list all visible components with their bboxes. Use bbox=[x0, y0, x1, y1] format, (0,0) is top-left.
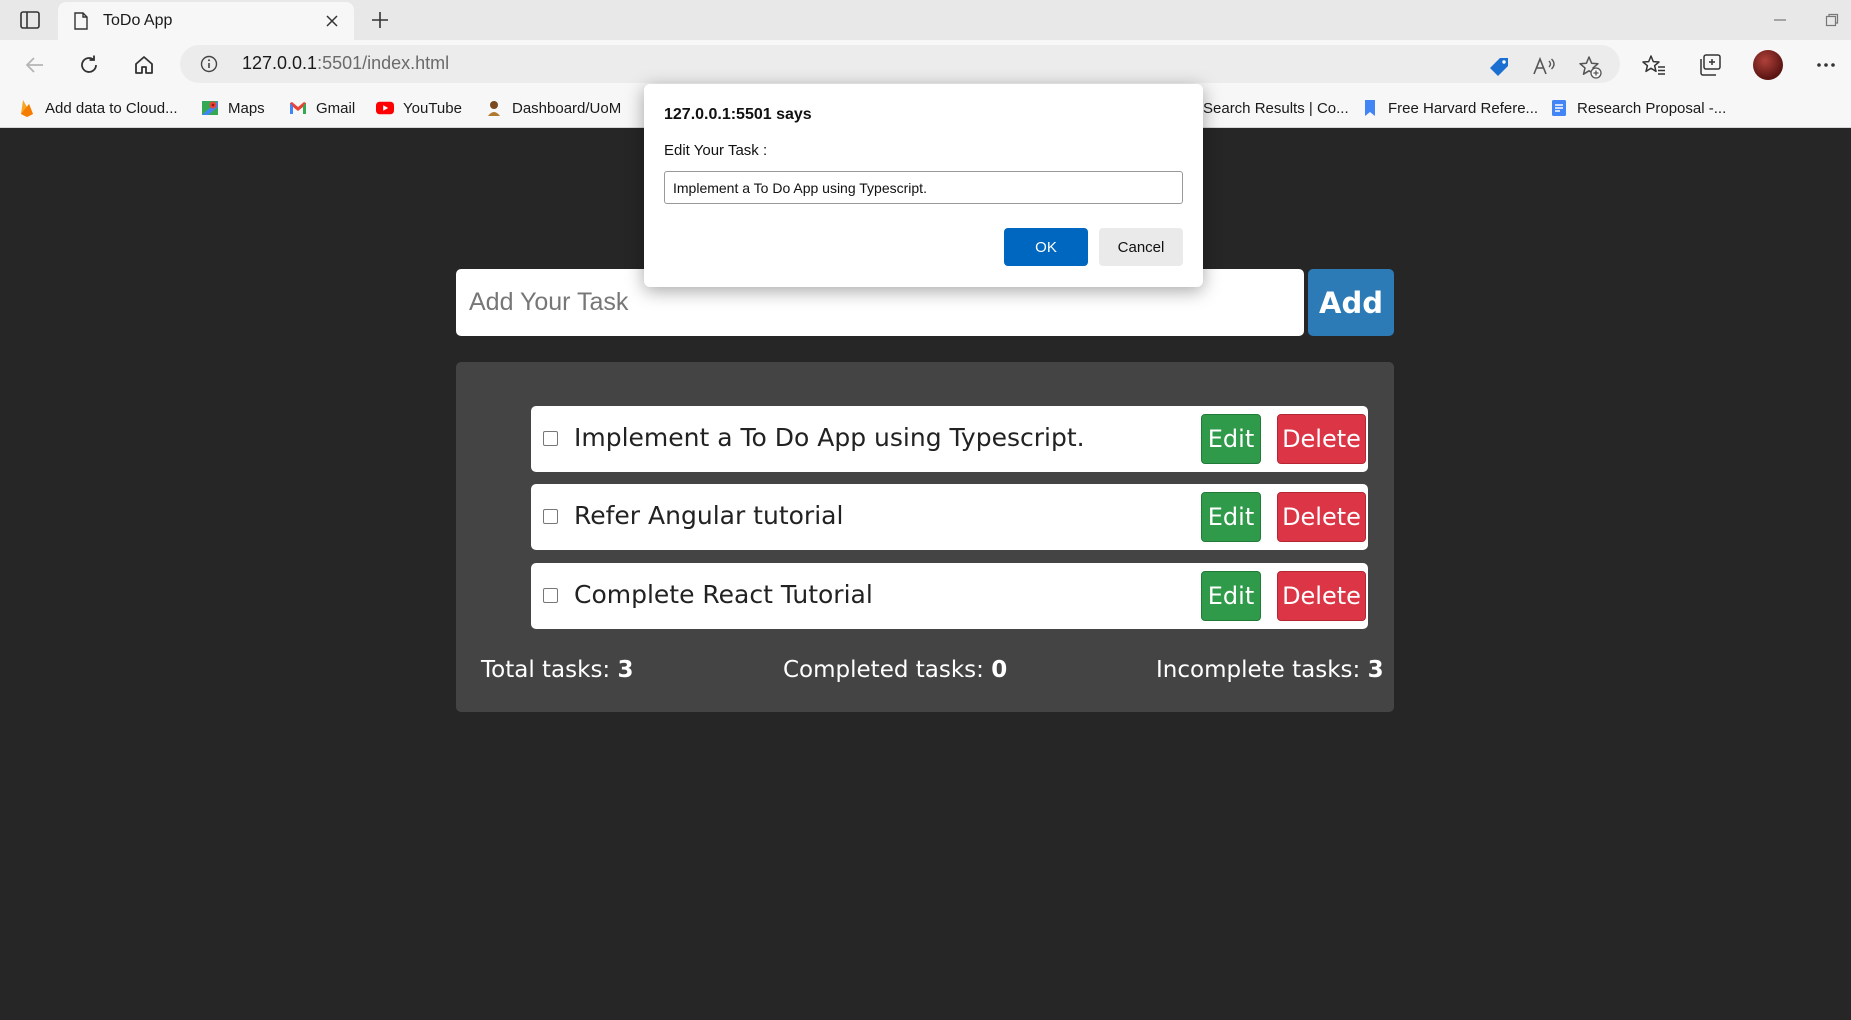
dialog-title: 127.0.0.1:5501 says bbox=[664, 106, 812, 123]
bookmark-icon bbox=[1361, 99, 1379, 117]
bookmark-item[interactable]: Research Proposal -... bbox=[1550, 96, 1726, 120]
read-aloud-button[interactable] bbox=[1532, 55, 1556, 79]
collections-button[interactable] bbox=[1697, 52, 1723, 78]
delete-task-button[interactable]: Delete bbox=[1277, 414, 1366, 464]
url-text: 127.0.0.1:5501/index.html bbox=[242, 53, 450, 73]
task-item: Implement a To Do App using Typescript. … bbox=[531, 406, 1368, 472]
plus-icon bbox=[372, 12, 388, 28]
close-tab-button[interactable] bbox=[322, 11, 342, 31]
bookmark-item[interactable]: Maps bbox=[201, 96, 265, 120]
task-checkbox[interactable] bbox=[543, 588, 558, 603]
completed-tasks-count: 0 bbox=[991, 657, 1008, 683]
profile-avatar[interactable] bbox=[1753, 50, 1783, 80]
bookmark-item[interactable]: Dashboard/UoM bbox=[485, 96, 621, 120]
favorites-button[interactable] bbox=[1641, 52, 1667, 78]
task-text: Refer Angular tutorial bbox=[574, 501, 844, 530]
favorites-icon bbox=[1642, 55, 1665, 75]
task-item: Complete React Tutorial Edit Delete bbox=[531, 563, 1368, 629]
refresh-button[interactable] bbox=[72, 48, 106, 82]
star-add-icon bbox=[1579, 56, 1602, 79]
youtube-icon bbox=[376, 99, 394, 117]
minimize-button[interactable] bbox=[1768, 8, 1792, 32]
more-menu-button[interactable] bbox=[1813, 52, 1839, 78]
total-tasks-stat: Total tasks: 3 bbox=[481, 657, 634, 683]
tab-title: ToDo App bbox=[103, 12, 173, 29]
task-list-panel: Implement a To Do App using Typescript. … bbox=[456, 362, 1394, 712]
add-task-button[interactable]: Add bbox=[1308, 269, 1394, 336]
task-item: Refer Angular tutorial Edit Delete bbox=[531, 484, 1368, 550]
edit-task-button[interactable]: Edit bbox=[1201, 414, 1261, 464]
task-text: Implement a To Do App using Typescript. bbox=[574, 423, 1085, 452]
task-text: Complete React Tutorial bbox=[574, 580, 873, 609]
home-button[interactable] bbox=[127, 48, 161, 82]
bookmark-item[interactable]: Add data to Cloud... bbox=[18, 96, 178, 120]
close-icon bbox=[326, 15, 338, 27]
ok-button[interactable]: OK bbox=[1004, 228, 1088, 266]
restore-button[interactable] bbox=[1820, 8, 1844, 32]
tab-actions-button[interactable] bbox=[14, 6, 46, 34]
bookmark-item[interactable]: YouTube bbox=[376, 96, 462, 120]
info-icon[interactable] bbox=[200, 55, 218, 73]
docs-icon bbox=[1550, 99, 1568, 117]
collections-icon bbox=[1700, 54, 1721, 76]
delete-task-button[interactable]: Delete bbox=[1277, 571, 1366, 621]
tag-icon bbox=[1490, 58, 1508, 76]
page-icon bbox=[74, 12, 88, 30]
edit-task-button[interactable]: Edit bbox=[1201, 492, 1261, 542]
maps-icon bbox=[201, 99, 219, 117]
browser-toolbar: 127.0.0.1:5501/index.html bbox=[0, 40, 1851, 88]
bookmark-item[interactable]: Gmail bbox=[289, 96, 355, 120]
shopping-tag-button[interactable] bbox=[1487, 55, 1511, 79]
firebase-icon bbox=[18, 99, 36, 117]
cancel-button[interactable]: Cancel bbox=[1099, 228, 1183, 266]
more-horizontal-icon bbox=[1817, 63, 1835, 67]
add-favorite-button[interactable] bbox=[1578, 55, 1602, 79]
task-checkbox[interactable] bbox=[543, 509, 558, 524]
incomplete-tasks-count: 3 bbox=[1367, 657, 1384, 683]
total-tasks-count: 3 bbox=[617, 657, 634, 683]
bookmark-item[interactable]: Free Harvard Refere... bbox=[1361, 96, 1538, 120]
address-bar[interactable]: 127.0.0.1:5501/index.html bbox=[180, 45, 1620, 83]
gmail-icon bbox=[289, 99, 307, 117]
uom-icon bbox=[485, 99, 503, 117]
new-tab-button[interactable] bbox=[366, 6, 394, 34]
dialog-input[interactable] bbox=[664, 171, 1183, 204]
dialog-message: Edit Your Task : bbox=[664, 142, 768, 159]
bookmark-item[interactable]: Search Results | Co... bbox=[1203, 96, 1349, 120]
active-tab[interactable]: ToDo App bbox=[58, 2, 354, 40]
read-aloud-icon bbox=[1533, 56, 1555, 75]
incomplete-tasks-stat: Incomplete tasks: 3 bbox=[1156, 657, 1384, 683]
home-icon bbox=[135, 56, 153, 74]
tab-bar: ToDo App bbox=[0, 0, 1851, 40]
edit-task-dialog: 127.0.0.1:5501 says Edit Your Task : OK … bbox=[644, 84, 1203, 287]
minimize-icon bbox=[1774, 19, 1786, 21]
restore-icon bbox=[1825, 13, 1839, 27]
completed-tasks-stat: Completed tasks: 0 bbox=[783, 657, 1008, 683]
sidebar-icon bbox=[20, 11, 40, 29]
task-checkbox[interactable] bbox=[543, 431, 558, 446]
refresh-icon bbox=[81, 55, 97, 73]
arrow-left-icon bbox=[25, 57, 43, 73]
delete-task-button[interactable]: Delete bbox=[1277, 492, 1366, 542]
edit-task-button[interactable]: Edit bbox=[1201, 571, 1261, 621]
back-button[interactable] bbox=[18, 48, 52, 82]
